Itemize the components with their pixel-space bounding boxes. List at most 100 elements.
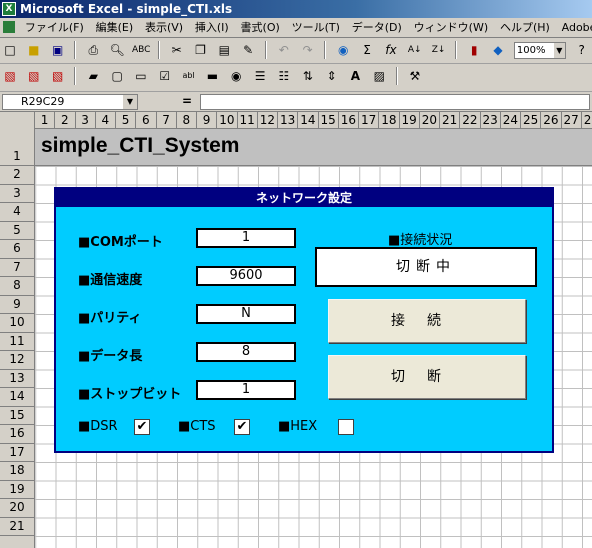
print-preview-icon[interactable]: 🔍︎	[108, 41, 126, 59]
menu-edit[interactable]: 編集(E)	[92, 18, 138, 37]
column-header[interactable]: 17	[359, 112, 380, 128]
column-header[interactable]: 18	[379, 112, 400, 128]
column-header[interactable]: 16	[339, 112, 359, 128]
column-header[interactable]: 27	[562, 112, 582, 128]
sort-ascending-icon[interactable]: A↓	[406, 41, 424, 59]
line-control-icon[interactable]: ▬	[203, 67, 221, 85]
cut-icon[interactable]: ✂	[168, 41, 186, 59]
pdf-mail-icon[interactable]: ▧	[25, 67, 43, 85]
paste-icon[interactable]: ▤	[215, 41, 233, 59]
column-header[interactable]: 15	[319, 112, 339, 128]
option-button-icon[interactable]: ◉	[227, 67, 245, 85]
row-header[interactable]: 4	[0, 203, 34, 222]
baud-rate-field[interactable]: 9600	[196, 266, 296, 286]
autosum-icon[interactable]: Σ	[358, 41, 376, 59]
menu-insert[interactable]: 挿入(I)	[191, 18, 233, 37]
row-header[interactable]: 1	[0, 129, 34, 166]
column-header[interactable]: 10	[217, 112, 238, 128]
select-all-corner[interactable]	[0, 112, 35, 129]
chevron-down-icon[interactable]: ▼	[553, 43, 565, 58]
stop-bits-field[interactable]: 1	[196, 380, 296, 400]
format-painter-icon[interactable]: ✎	[239, 41, 257, 59]
zoom-select[interactable]: 100% ▼	[513, 42, 566, 59]
column-header[interactable]: 3	[76, 112, 96, 128]
row-header[interactable]: 7	[0, 259, 34, 277]
menu-data[interactable]: データ(D)	[348, 18, 406, 37]
column-header[interactable]: 25	[521, 112, 542, 128]
chart-wizard-icon[interactable]: ▮	[465, 41, 483, 59]
spellcheck-icon[interactable]: ABC	[132, 41, 150, 59]
checkbox-control-icon[interactable]: ☑	[156, 67, 174, 85]
menu-file[interactable]: ファイル(F)	[21, 18, 88, 37]
row-header[interactable]: 18	[0, 462, 34, 481]
print-icon[interactable]: ⎙	[84, 41, 102, 59]
menu-tools[interactable]: ツール(T)	[288, 18, 344, 37]
excel-app-icon[interactable]: X	[2, 2, 16, 16]
undo-icon[interactable]: ↶	[275, 41, 293, 59]
row-header[interactable]: 9	[0, 296, 34, 314]
row-header[interactable]: 13	[0, 370, 34, 388]
combobox-control-icon[interactable]: ☷	[275, 67, 293, 85]
row-header[interactable]: 19	[0, 481, 34, 499]
formula-equals-sign[interactable]: =	[182, 94, 192, 108]
drawing-icon[interactable]: ◆	[489, 41, 507, 59]
row-header[interactable]: 11	[0, 333, 34, 351]
worksheet-grid[interactable]: 1 2 3 4 5 6 7 8 9 10 11 12 13 14 15 16 17 18 19 20 21 22 23 24 2…	[0, 112, 592, 548]
column-header[interactable]: 1	[35, 112, 56, 128]
listbox-control-icon[interactable]: ☰	[251, 67, 269, 85]
column-header[interactable]: 14	[298, 112, 319, 128]
editbox-control-icon[interactable]: abl	[180, 67, 198, 85]
row-header[interactable]: 21	[0, 518, 34, 536]
row-header[interactable]: 15	[0, 407, 34, 425]
groupbox-control-icon[interactable]: ▢	[108, 67, 126, 85]
menu-format[interactable]: 書式(O)	[237, 18, 284, 37]
text-control-icon[interactable]: A	[346, 67, 364, 85]
save-icon[interactable]: ▣	[49, 41, 67, 59]
menu-window[interactable]: ウィンドウ(W)	[410, 18, 492, 37]
column-header[interactable]: 6	[136, 112, 157, 128]
name-box[interactable]: R29C29 ▼	[2, 94, 138, 110]
column-header[interactable]: 24	[501, 112, 521, 128]
button-control-icon[interactable]: ▭	[132, 67, 150, 85]
column-header[interactable]: 26	[541, 112, 562, 128]
workbook-icon[interactable]	[3, 21, 15, 33]
row-header[interactable]: 17	[0, 444, 34, 462]
com-port-field[interactable]: 1	[196, 228, 296, 248]
dsr-checkbox[interactable]: ✔	[134, 419, 150, 435]
sort-descending-icon[interactable]: Z↓	[430, 41, 448, 59]
column-header[interactable]: 13	[278, 112, 299, 128]
scrollbar-control-icon[interactable]: ⇅	[299, 67, 317, 85]
menu-help[interactable]: ヘルプ(H)	[496, 18, 554, 37]
tools-icon[interactable]: ⚒	[406, 67, 424, 85]
row-header[interactable]: 14	[0, 388, 34, 407]
redo-icon[interactable]: ↷	[299, 41, 317, 59]
new-file-icon[interactable]: □	[1, 41, 19, 59]
parity-field[interactable]: N	[196, 304, 296, 324]
disconnect-button[interactable]: 切断	[328, 355, 526, 399]
spinner-control-icon[interactable]: ⇕	[323, 67, 341, 85]
column-header[interactable]: 9	[197, 112, 218, 128]
hex-checkbox[interactable]	[338, 419, 354, 435]
open-folder-icon[interactable]: ■	[25, 41, 43, 59]
column-header[interactable]: 20	[420, 112, 440, 128]
row-header[interactable]: 2	[0, 166, 34, 185]
help-icon[interactable]: ?	[573, 41, 591, 59]
column-header[interactable]: 8	[177, 112, 197, 128]
row-header[interactable]: 6	[0, 240, 34, 259]
column-header[interactable]: 23	[481, 112, 501, 128]
chevron-down-icon[interactable]: ▼	[123, 95, 137, 109]
row-header[interactable]: 10	[0, 314, 34, 333]
column-header[interactable]: 21	[440, 112, 461, 128]
image-control-icon[interactable]: ▨	[370, 67, 388, 85]
pdf-convert-icon[interactable]: ▧	[1, 67, 19, 85]
pdf-review-icon[interactable]: ▧	[49, 67, 67, 85]
hyperlink-icon[interactable]: ◉	[334, 41, 352, 59]
cts-checkbox[interactable]: ✔	[234, 419, 250, 435]
menu-adobe-pdf[interactable]: Adobe PDF(B)	[558, 18, 592, 37]
row-header[interactable]: 8	[0, 277, 34, 296]
formula-input[interactable]	[200, 94, 590, 110]
row-header[interactable]: 16	[0, 425, 34, 444]
data-length-field[interactable]: 8	[196, 342, 296, 362]
column-header[interactable]: 4	[96, 112, 116, 128]
row-header[interactable]: 20	[0, 499, 34, 518]
